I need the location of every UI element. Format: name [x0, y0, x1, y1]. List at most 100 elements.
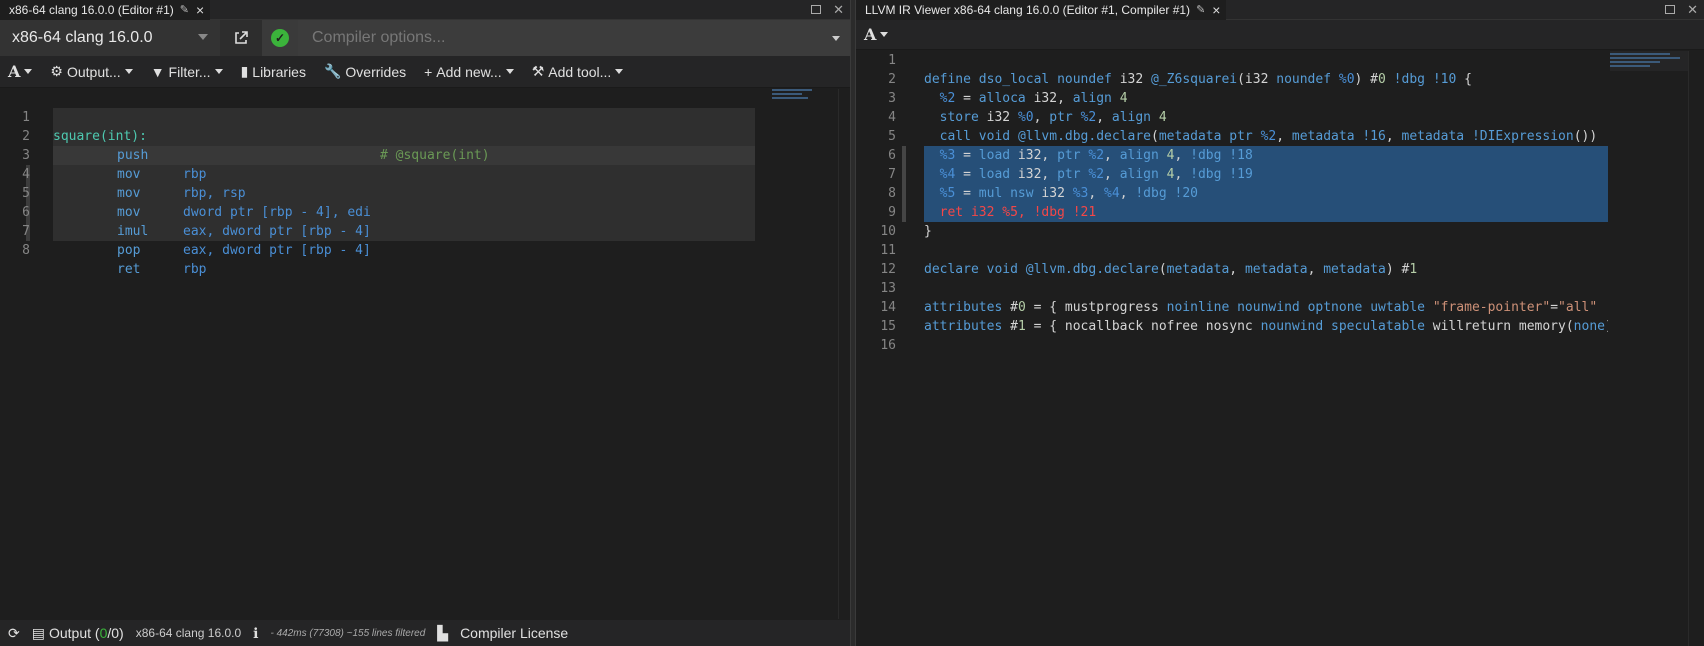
line-number: 13 [880, 281, 896, 296]
overrides-button[interactable]: 🔧 Overrides [324, 63, 406, 80]
line-number: 16 [880, 338, 896, 353]
ir-minimap[interactable] [1610, 51, 1690, 71]
status-compiler: x86-64 clang 16.0.0 [135, 626, 242, 640]
add-new-menu[interactable]: + Add new... [424, 64, 514, 80]
ir-line: 9 ret i32 %5, !dbg !21 [856, 203, 1608, 222]
chevron-down-icon [198, 33, 208, 40]
refresh-icon: ⟳ [8, 624, 20, 641]
compile-status-button[interactable]: ✓ [262, 19, 298, 56]
ir-line: 11 [856, 241, 1608, 260]
asm-line: 6 imul eax, dword ptr [rbp - 4] [22, 205, 371, 258]
ir-line-text: attributes #0 = { mustprogress noinline … [924, 300, 1598, 315]
add-tool-label: Add tool... [548, 63, 612, 80]
output-button[interactable]: ▤ Output (0/0) [32, 625, 124, 642]
maximize-icon[interactable] [811, 5, 822, 14]
check-icon: ✓ [271, 28, 289, 47]
pencil-icon[interactable]: ✎ [1196, 3, 1205, 16]
asm-scrollbar[interactable] [838, 89, 850, 619]
ir-line-text: call void @llvm.dbg.declare(metadata ptr… [939, 129, 1598, 144]
ir-line: 8 %5 = mul nsw i32 %3, %4, !dbg !20 [856, 184, 1608, 203]
ir-line: 1 [856, 51, 1608, 70]
compiler-picker-label: x86-64 clang 16.0.0 [12, 28, 153, 46]
assembly-editor[interactable]: 1 square(int): # @square(int) 2 push rbp… [0, 89, 850, 619]
recompile-button[interactable]: ⟳ [8, 625, 20, 642]
output-menu[interactable]: ⚙ Output... [50, 63, 133, 80]
asm-line: 1 square(int): # @square(int) [22, 110, 490, 163]
ir-line: 12 declare void @llvm.dbg.declare(metadat… [856, 260, 1608, 279]
line-number: 14 [880, 300, 896, 315]
ir-scrollbar[interactable] [1688, 51, 1704, 646]
compiler-row: x86-64 clang 16.0.0 ✓ Compiler options..… [0, 19, 850, 56]
compiler-options-input[interactable]: Compiler options... [298, 19, 850, 56]
llvm-ir-tab-title: LLVM IR Viewer x86-64 clang 16.0.0 (Edit… [865, 2, 1191, 17]
document-icon: ▤ [31, 624, 45, 641]
ir-line-text: store i32 %0, ptr %2, align 4 [939, 110, 1167, 125]
llvm-ir-toolbar: A [856, 20, 1704, 50]
wrench-icon: 🔧 [323, 63, 342, 79]
line-number: 7 [888, 167, 896, 182]
line-number: 6 [888, 148, 896, 163]
close-icon[interactable]: × [1212, 3, 1220, 17]
ir-line: 15 attributes #1 = { nocallback nofree no… [856, 317, 1608, 336]
line-number: 10 [880, 224, 896, 239]
font-icon: A [8, 62, 21, 81]
tool-icon: ⚒ [531, 63, 545, 79]
ir-line-text: %3 = load i32, ptr %2, align 4, !dbg !18 [939, 148, 1253, 163]
filter-icon: ▼ [150, 63, 165, 80]
asm-minimap[interactable] [772, 89, 816, 103]
ir-line: 6 %3 = load i32, ptr %2, align 4, !dbg !… [856, 146, 1608, 165]
ir-line: 7 %4 = load i32, ptr %2, align 4, !dbg !… [856, 165, 1608, 184]
chart-icon[interactable]: ▙ [437, 625, 448, 642]
ir-line: 4 store i32 %0, ptr %2, align 4 [856, 108, 1608, 127]
filter-menu-label: Filter... [168, 63, 211, 80]
line-number: 11 [880, 243, 896, 258]
line-number: 5 [888, 129, 896, 144]
llvm-ir-tab[interactable]: LLVM IR Viewer x86-64 clang 16.0.0 (Edit… [856, 0, 1227, 20]
maximize-icon[interactable] [1665, 5, 1676, 14]
line-number: 3 [888, 91, 896, 106]
line-number: 4 [888, 110, 896, 125]
font-size-button[interactable]: A [864, 25, 889, 44]
ir-line-text: %5 = mul nsw i32 %3, %4, !dbg !20 [939, 186, 1198, 201]
compiler-picker[interactable]: x86-64 clang 16.0.0 [0, 19, 220, 56]
overrides-label: Overrides [345, 63, 407, 80]
ir-line: 5 call void @llvm.dbg.declare(metadata p… [856, 127, 1608, 146]
book-icon: ▮ [240, 63, 249, 79]
close-pane-icon[interactable]: ✕ [833, 2, 844, 18]
llvm-ir-titlebar: LLVM IR Viewer x86-64 clang 16.0.0 (Edit… [856, 0, 1704, 20]
compiler-tab-title: x86-64 clang 16.0.0 (Editor #1) [9, 2, 174, 17]
ir-line-text: attributes #1 = { nocallback nofree nosy… [924, 319, 1608, 334]
plus-icon: + [424, 63, 433, 80]
line-number: 15 [880, 319, 896, 334]
output-menu-label: Output... [66, 63, 121, 80]
font-size-button[interactable]: A [8, 62, 33, 81]
compiler-tab[interactable]: x86-64 clang 16.0.0 (Editor #1) ✎ × [0, 0, 211, 20]
line-number: 9 [888, 205, 896, 220]
options-dropdown-icon[interactable] [832, 35, 840, 41]
ir-line-text: define dso_local noundef i32 @_Z6squarei… [924, 72, 1472, 87]
asm-line: 2 push rbp [22, 129, 207, 182]
info-icon[interactable]: ℹ [253, 625, 258, 642]
asm-line: 5 mov eax, dword ptr [rbp - 4] [22, 186, 371, 239]
compiler-license-link[interactable]: Compiler License [460, 625, 568, 641]
libraries-button[interactable]: ▮ Libraries [241, 63, 306, 80]
pencil-icon[interactable]: ✎ [180, 3, 189, 16]
ir-line-text: %4 = load i32, ptr %2, align 4, !dbg !19 [939, 167, 1253, 182]
llvm-ir-editor[interactable]: 1 2 define dso_local noundef i32 @_Z6squar… [856, 51, 1608, 611]
asm-line: 7 pop rbp [22, 224, 207, 277]
ir-line: 3 %2 = alloca i32, align 4 [856, 89, 1608, 108]
font-icon: A [864, 25, 877, 44]
close-pane-icon[interactable]: ✕ [1687, 2, 1698, 18]
compiler-toolbar: A ⚙ Output... ▼ Filter... ▮ Libraries 🔧 … [0, 56, 850, 88]
close-icon[interactable]: × [196, 3, 204, 17]
ir-line: 10} [856, 222, 1608, 241]
filter-menu[interactable]: ▼ Filter... [151, 64, 223, 80]
compiler-statusbar: ⟳ ▤ Output (0/0) x86-64 clang 16.0.0 ℹ -… [0, 620, 850, 646]
add-tool-menu[interactable]: ⚒ Add tool... [532, 63, 624, 80]
compiler-options-placeholder: Compiler options... [312, 28, 446, 46]
popout-button[interactable] [220, 19, 262, 56]
line-number: 8 [888, 186, 896, 201]
status-timing: - 442ms (77308) ~155 lines filtered [270, 627, 426, 639]
asm-line: 8 ret [22, 243, 141, 277]
ir-line: 13 [856, 279, 1608, 298]
